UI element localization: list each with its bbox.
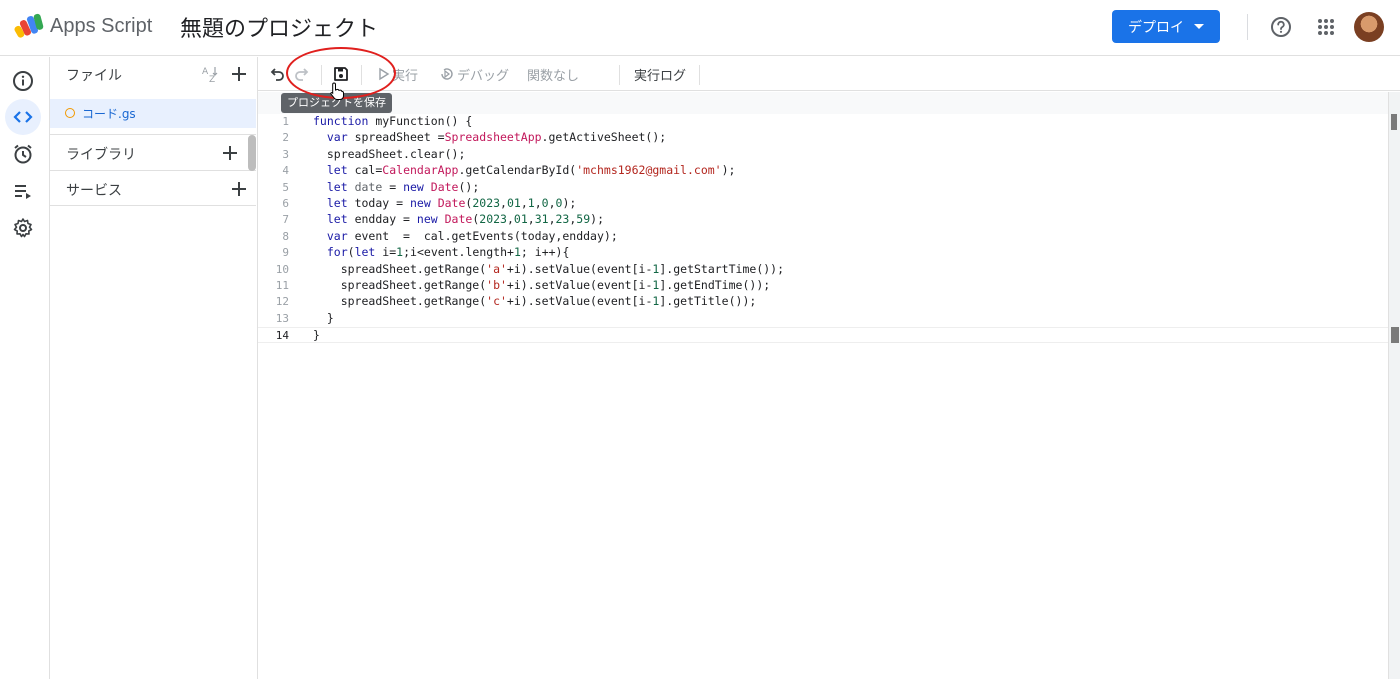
debug-button[interactable]: デバッグ [457, 65, 509, 84]
code-text: var spreadSheet =SpreadsheetApp.getActiv… [326, 130, 667, 145]
sort-az-icon[interactable]: A Z [200, 64, 220, 84]
code-text: var event = cal.getEvents(today,endday); [326, 228, 618, 243]
gear-icon [13, 218, 33, 238]
services-section[interactable]: サービス [50, 170, 256, 206]
code-text: } [313, 328, 320, 343]
line-number: 6 [282, 196, 289, 210]
rail-settings[interactable] [5, 210, 41, 246]
code-line[interactable]: 13 } [258, 311, 1388, 327]
divider [699, 65, 700, 85]
rail-executions[interactable] [5, 173, 41, 209]
code-lines[interactable]: 1 function myFunction() { 2 var spreadShee… [258, 114, 1388, 344]
file-item[interactable]: コード.gs [50, 99, 256, 128]
code-text: for(let i=1;i<event.length+1; i++){ [326, 245, 570, 260]
panel-scrollbar[interactable] [248, 135, 256, 171]
code-text: let date = new Date(); [326, 179, 480, 194]
info-icon [13, 71, 33, 91]
line-number: 8 [282, 229, 289, 243]
app-name[interactable]: Apps Script [50, 15, 152, 38]
rail-triggers[interactable] [5, 136, 41, 172]
line-number: 11 [275, 278, 289, 292]
code-text: let cal=CalendarApp.getCalendarById('mch… [326, 163, 736, 178]
deploy-button[interactable]: デプロイ [1112, 10, 1220, 43]
project-title[interactable]: 無題のプロジェクト [180, 11, 378, 43]
line-number: 2 [282, 131, 289, 145]
line-number: 1 [282, 115, 289, 128]
code-line[interactable]: 5 let date = new Date(); [258, 180, 1388, 196]
rail-editor[interactable] [5, 99, 41, 135]
code-line[interactable]: 3 spreadSheet.clear(); [258, 147, 1388, 163]
top-bar: Apps Script 無題のプロジェクト デプロイ [0, 0, 1400, 56]
line-number: 10 [275, 262, 289, 276]
svg-text:Z: Z [209, 75, 215, 84]
code-line[interactable]: 2 var spreadSheet =SpreadsheetApp.getAct… [258, 130, 1388, 146]
editor-scrollbar[interactable] [1388, 92, 1400, 679]
code-text: spreadSheet.clear(); [326, 146, 466, 161]
code-line[interactable]: 1 function myFunction() { [258, 114, 1388, 130]
code-line[interactable]: 14} [258, 327, 1388, 344]
deploy-label: デプロイ [1128, 19, 1184, 36]
code-icon [13, 111, 33, 123]
line-number: 12 [275, 295, 289, 309]
code-line[interactable]: 9 for(let i=1;i<event.length+1; i++){ [258, 245, 1388, 261]
code-line[interactable]: 4 let cal=CalendarApp.getCalendarById('m… [258, 163, 1388, 179]
add-library-plus-icon[interactable] [221, 144, 239, 162]
files-title: ファイル [66, 68, 122, 84]
line-number: 5 [282, 180, 289, 194]
code-line[interactable]: 6 let today = new Date(2023,01,1,0,0); [258, 196, 1388, 212]
nav-rail [0, 57, 50, 679]
code-text: let today = new Date(2023,01,1,0,0); [326, 195, 577, 210]
line-number: 4 [282, 164, 289, 178]
line-number: 9 [282, 246, 289, 260]
avatar[interactable] [1354, 12, 1384, 42]
code-line[interactable]: 10 spreadSheet.getRange('a'+i).setValue(… [258, 262, 1388, 278]
file-panel: ファイル A Z コード.gs ライブラリ サービス [50, 57, 258, 679]
scrollbar-cursor-marker [1391, 327, 1399, 343]
scrollbar-thumb[interactable] [1391, 114, 1397, 130]
libraries-label: ライブラリ [66, 147, 136, 163]
code-line[interactable]: 11 spreadSheet.getRange('b'+i).setValue(… [258, 278, 1388, 294]
unsaved-dot-icon [65, 108, 75, 118]
line-number: 3 [282, 147, 289, 161]
libraries-section[interactable]: ライブラリ [50, 134, 256, 170]
code-text: } [313, 310, 334, 325]
line-number: 14 [275, 329, 289, 343]
help-icon[interactable] [1270, 16, 1292, 38]
undo-icon[interactable] [268, 65, 286, 83]
execution-log-button[interactable]: 実行ログ [634, 65, 686, 84]
code-line[interactable]: 12 spreadSheet.getRange('c'+i).setValue(… [258, 294, 1388, 310]
editor-toolbar: 実行 デバッグ 関数なし 実行ログ [258, 57, 1400, 91]
apps-script-logo-icon[interactable] [14, 12, 46, 40]
code-line[interactable]: 8 var event = cal.getEvents(today,endday… [258, 229, 1388, 245]
svg-text:A: A [202, 67, 209, 77]
editor-top-strip [258, 92, 1388, 114]
clock-icon [14, 144, 32, 164]
add-file-plus-icon[interactable] [230, 65, 248, 83]
function-select[interactable]: 関数なし [527, 65, 579, 84]
line-number: 13 [275, 311, 289, 325]
apps-grid-icon[interactable] [1316, 17, 1336, 37]
code-text: spreadSheet.getRange('c'+i).setValue(eve… [340, 294, 757, 309]
files-header: ファイル A Z [50, 57, 257, 91]
code-text: spreadSheet.getRange('a'+i).setValue(eve… [340, 261, 785, 276]
file-name: コード.gs [82, 107, 136, 121]
code-line[interactable]: 7 let endday = new Date(2023,01,31,23,59… [258, 212, 1388, 228]
services-label: サービス [66, 183, 122, 199]
cursor-icon [330, 82, 344, 100]
debug-icon [441, 68, 453, 80]
line-number: 7 [282, 213, 289, 227]
code-text: function myFunction() { [313, 114, 473, 128]
divider [1247, 14, 1248, 40]
rail-overview[interactable] [5, 63, 41, 99]
caret-down-icon [1194, 24, 1204, 29]
code-text: spreadSheet.getRange('b'+i).setValue(eve… [340, 277, 771, 292]
add-service-plus-icon[interactable] [230, 180, 248, 198]
divider [619, 65, 620, 85]
executions-icon [15, 185, 31, 199]
code-text: let endday = new Date(2023,01,31,23,59); [326, 212, 605, 227]
